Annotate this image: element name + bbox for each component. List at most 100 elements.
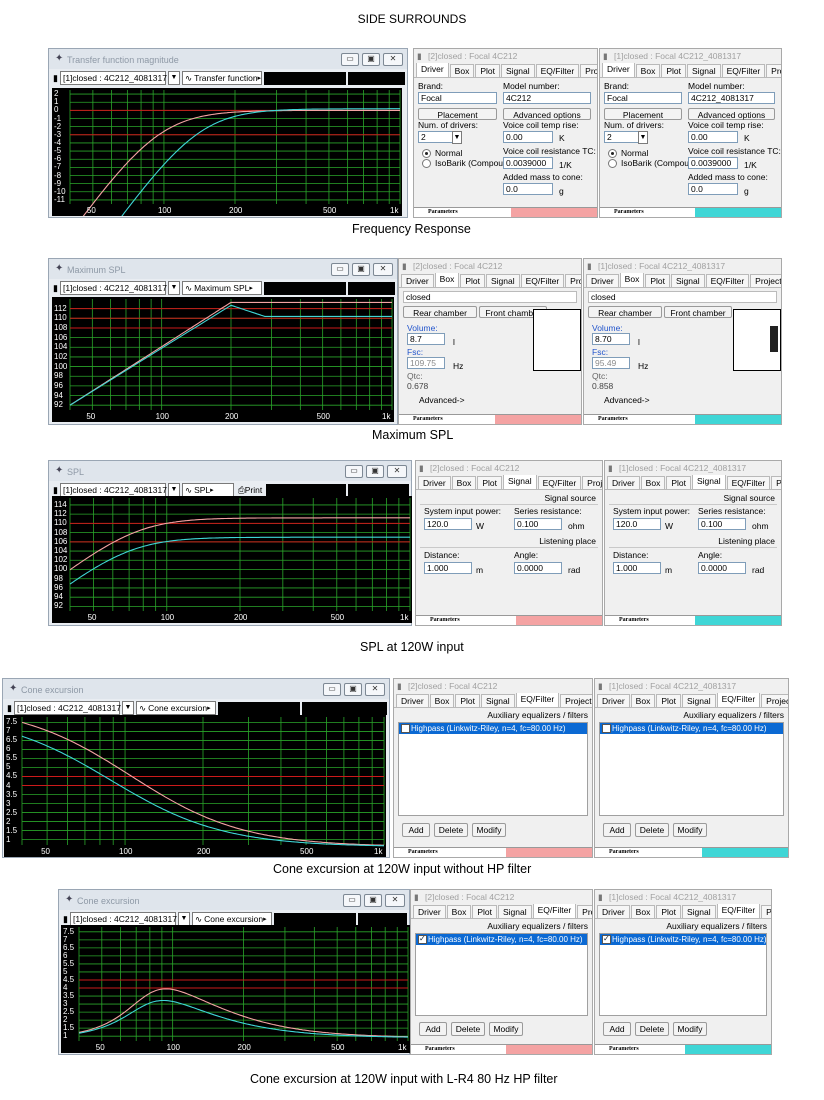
mass-field[interactable]: 0.0	[688, 183, 738, 195]
driver-select[interactable]: [1]closed : 4C212_4081317	[69, 912, 177, 926]
placement-button[interactable]: Placement	[604, 108, 682, 120]
vc-res-field[interactable]: 0.0039000	[503, 157, 553, 169]
tab-signal[interactable]: Signal	[686, 64, 721, 77]
modify-button[interactable]: Modify	[489, 1022, 523, 1036]
minimize-button[interactable]: ▭	[323, 683, 341, 696]
chevron-down-icon[interactable]: ▼	[452, 131, 462, 144]
power-field[interactable]: 120.0	[424, 518, 472, 530]
radio-off-icon[interactable]	[422, 159, 431, 169]
tab-plot[interactable]: Plot	[460, 274, 485, 287]
filter-list[interactable]: Highpass (Linkwitz-Riley, n=4, fc=80.00 …	[415, 933, 588, 1016]
pin-icon[interactable]: ✦	[55, 53, 63, 64]
model-field[interactable]: 4C212_4081317	[688, 92, 775, 104]
tab-plot[interactable]: Plot	[656, 694, 681, 707]
tab-box[interactable]: Box	[429, 694, 455, 707]
tab-eqfilter[interactable]: EQ/Filter	[716, 692, 761, 707]
tab-eqfilter[interactable]: EQ/Filter	[520, 274, 565, 287]
maximize-button[interactable]: ▣	[364, 894, 382, 907]
vc-res-field[interactable]: 0.0039000	[688, 157, 738, 169]
tab-project[interactable]: Project	[560, 694, 592, 707]
tab-signal[interactable]: Signal	[681, 694, 716, 707]
isobarik-radio[interactable]: IsoBarik (Compound)	[422, 158, 515, 169]
maximize-button[interactable]: ▣	[352, 263, 370, 276]
view-select[interactable]: ∿ Transfer function ▸	[181, 71, 262, 85]
tab-project[interactable]: Project	[761, 905, 771, 918]
tab-driver[interactable]: Driver	[586, 274, 619, 287]
tab-plot[interactable]: Plot	[661, 64, 686, 77]
tab-box[interactable]: Box	[630, 694, 656, 707]
window-titlebar[interactable]: ✦ Transfer function magnitude ▭ ▣ ✕	[49, 49, 407, 69]
modify-button[interactable]: Modify	[472, 823, 506, 837]
front-chamber-button[interactable]: Front chamber	[664, 306, 732, 318]
pin-icon[interactable]: ▮	[598, 679, 603, 693]
tab-plot[interactable]: Plot	[477, 476, 502, 489]
maximize-button[interactable]: ▣	[366, 465, 384, 478]
close-button[interactable]: ✕	[373, 263, 393, 276]
tab-plot[interactable]: Plot	[475, 64, 500, 77]
tab-signal[interactable]: Signal	[497, 905, 532, 918]
tab-project[interactable]: Project	[582, 476, 602, 489]
add-button[interactable]: Add	[402, 823, 430, 837]
pin-icon[interactable]: ▮	[397, 679, 402, 693]
tab-driver[interactable]: Driver	[401, 274, 434, 287]
tab-driver[interactable]: Driver	[418, 476, 451, 489]
minimize-button[interactable]: ▭	[345, 465, 363, 478]
advanced-link[interactable]: Advanced->	[604, 395, 650, 405]
tab-project[interactable]: Project	[580, 64, 597, 77]
add-button[interactable]: Add	[603, 1022, 631, 1036]
radio-off-icon[interactable]	[608, 159, 617, 169]
tab-project[interactable]: Project	[577, 905, 592, 918]
close-button[interactable]: ✕	[365, 683, 385, 696]
tab-eqfilter[interactable]: EQ/Filter	[726, 476, 771, 489]
driver-select[interactable]: [1]closed : 4C212_4081317	[59, 281, 167, 295]
modify-button[interactable]: Modify	[673, 1022, 707, 1036]
distance-field[interactable]: 1.000	[424, 562, 472, 574]
tab-plot[interactable]: Plot	[472, 905, 497, 918]
volume-field[interactable]: 8.7	[407, 333, 445, 345]
tab-box[interactable]: Box	[619, 272, 645, 287]
tab-signal[interactable]: Signal	[691, 474, 726, 489]
maximize-button[interactable]: ▣	[362, 53, 380, 66]
close-button[interactable]: ✕	[383, 53, 403, 66]
pin-icon[interactable]: ▮	[414, 890, 419, 904]
pin-icon[interactable]: ▮	[598, 890, 603, 904]
tab-project[interactable]: Project	[565, 274, 581, 287]
filter-checkbox[interactable]	[401, 724, 410, 733]
print-button[interactable]: ⎙ Print	[236, 484, 264, 496]
delete-button[interactable]: Delete	[434, 823, 468, 837]
close-button[interactable]: ✕	[387, 465, 407, 478]
rear-chamber-button[interactable]: Rear chamber	[403, 306, 477, 318]
tab-driver[interactable]: Driver	[607, 476, 640, 489]
filter-list[interactable]: Highpass (Linkwitz-Riley, n=4, fc=80.00 …	[599, 722, 784, 816]
minimize-button[interactable]: ▭	[331, 263, 349, 276]
tab-plot[interactable]: Plot	[455, 694, 480, 707]
chevron-down-icon[interactable]: ▼	[167, 483, 180, 497]
pin-icon[interactable]: ✦	[9, 683, 17, 694]
tab-box[interactable]: Box	[451, 476, 477, 489]
vc-temp-field[interactable]: 0.00	[503, 131, 553, 143]
placement-button[interactable]: Placement	[418, 108, 497, 120]
filter-item[interactable]: Highpass (Linkwitz-Riley, n=4, fc=80.00 …	[399, 723, 587, 734]
delete-button[interactable]: Delete	[635, 823, 669, 837]
filter-list[interactable]: Highpass (Linkwitz-Riley, n=4, fc=80.00 …	[599, 933, 767, 1016]
tab-signal[interactable]: Signal	[485, 274, 520, 287]
tab-driver[interactable]: Driver	[396, 694, 429, 707]
tab-project[interactable]: Project	[750, 274, 781, 287]
driver-select[interactable]: [1]closed : 4C212_4081317	[59, 71, 167, 85]
minimize-button[interactable]: ▭	[343, 894, 361, 907]
filter-checkbox[interactable]	[602, 933, 611, 944]
vc-temp-field[interactable]: 0.00	[688, 131, 738, 143]
tab-box[interactable]: Box	[449, 64, 475, 77]
advanced-options-button[interactable]: Advanced options	[503, 108, 591, 120]
filter-checkbox[interactable]	[418, 933, 427, 944]
tab-eqfilter[interactable]: EQ/Filter	[716, 903, 761, 918]
tab-box[interactable]: Box	[434, 272, 460, 287]
advanced-options-button[interactable]: Advanced options	[688, 108, 775, 120]
tab-eqfilter[interactable]: EQ/Filter	[705, 274, 750, 287]
filter-item[interactable]: Highpass (Linkwitz-Riley, n=4, fc=80.00 …	[416, 933, 587, 945]
window-titlebar[interactable]: ✦ Cone excursion ▭ ▣ ✕	[3, 679, 389, 699]
pin-icon[interactable]: ▮	[603, 49, 608, 63]
tab-box[interactable]: Box	[635, 64, 661, 77]
angle-field[interactable]: 0.0000	[514, 562, 562, 574]
filter-item[interactable]: Highpass (Linkwitz-Riley, n=4, fc=80.00 …	[600, 723, 783, 734]
